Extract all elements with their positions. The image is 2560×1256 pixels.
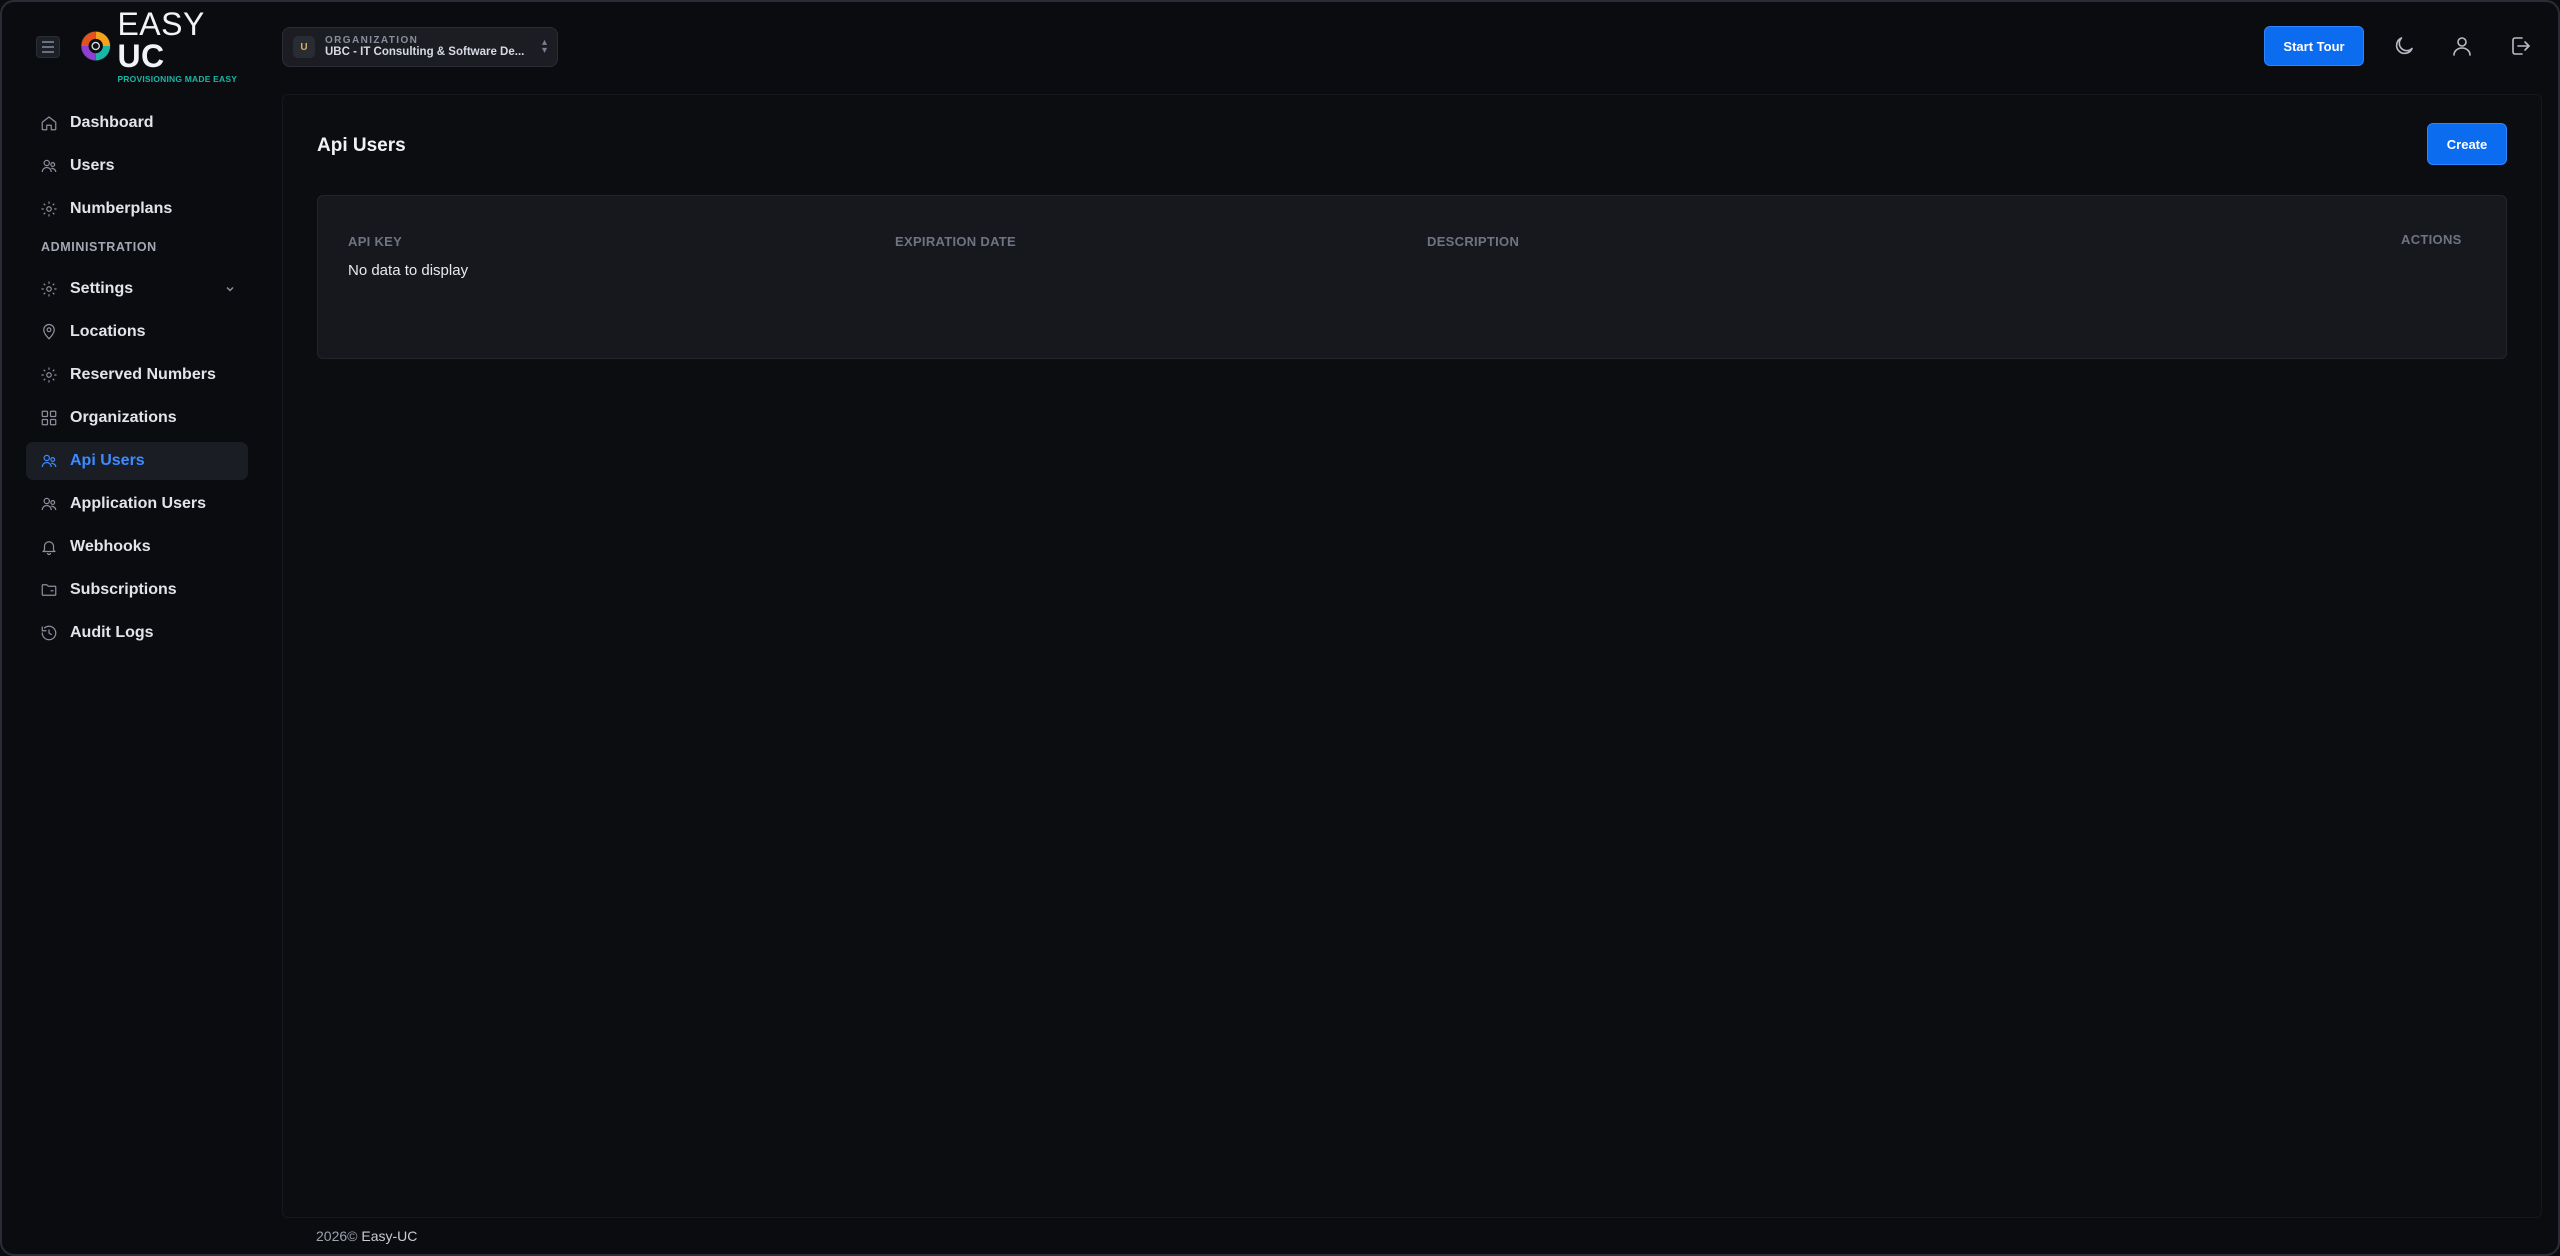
sidebar-item-audit-logs[interactable]: Audit Logs <box>26 614 248 652</box>
sidebar-item-users[interactable]: Users <box>26 147 248 185</box>
grid-icon <box>40 409 58 427</box>
sidebar-item-label: Dashboard <box>70 114 154 131</box>
sidebar-item-label: Audit Logs <box>70 624 154 641</box>
empty-state-message: No data to display <box>348 262 469 279</box>
column-header-actions: ACTIONS <box>2401 232 2462 247</box>
sidebar-item-dashboard[interactable]: Dashboard <box>26 104 248 142</box>
main-content: Api Users Create API KEY EXPIRATION DATE… <box>282 94 2542 1218</box>
chevron-up-down-icon: ▴ ▾ <box>541 37 547 56</box>
sidebar: Dashboard Users Numberplans ADMINISTRATI… <box>2 90 278 1254</box>
sidebar-item-api-users[interactable]: Api Users <box>26 442 248 480</box>
users-icon <box>40 157 58 175</box>
sidebar-item-subscriptions[interactable]: Subscriptions <box>26 571 248 609</box>
home-icon <box>40 114 58 132</box>
gear-icon <box>40 280 58 298</box>
sidebar-item-label: Users <box>70 157 115 174</box>
logout-icon[interactable] <box>2508 34 2532 58</box>
location-pin-icon <box>40 323 58 341</box>
user-profile-icon[interactable] <box>2450 34 2474 58</box>
gear-icon <box>40 366 58 384</box>
footer-brand-link[interactable]: Easy-UC <box>361 1228 417 1244</box>
sidebar-item-settings[interactable]: Settings <box>26 270 248 308</box>
sidebar-item-label: Numberplans <box>70 200 173 217</box>
sidebar-item-webhooks[interactable]: Webhooks <box>26 528 248 566</box>
sidebar-item-label: Api Users <box>70 452 145 469</box>
organization-selector[interactable]: U ORGANIZATION UBC - IT Consulting & Sof… <box>282 27 558 67</box>
page-title: Api Users <box>317 135 406 156</box>
sidebar-item-label: Reserved Numbers <box>70 366 216 383</box>
start-tour-button[interactable]: Start Tour <box>2264 26 2364 66</box>
sidebar-item-numberplans[interactable]: Numberplans <box>26 190 248 228</box>
footer: 2026© Easy-UC <box>316 1228 417 1244</box>
api-users-table: API KEY EXPIRATION DATE DESCRIPTION ACTI… <box>317 195 2507 359</box>
users-icon <box>40 495 58 513</box>
sidebar-item-reserved-numbers[interactable]: Reserved Numbers <box>26 356 248 394</box>
chevron-down-icon <box>226 286 234 292</box>
sidebar-item-label: Application Users <box>70 495 207 512</box>
organization-label: ORGANIZATION <box>325 34 419 46</box>
theme-moon-icon[interactable] <box>2392 34 2416 58</box>
column-header-api-key[interactable]: API KEY <box>348 234 402 249</box>
bell-icon <box>40 538 58 556</box>
top-header: EASY UC PROVISIONING MADE EASY U ORGANIZ… <box>2 2 2558 90</box>
users-icon <box>40 452 58 470</box>
folder-icon <box>40 581 58 599</box>
sidebar-item-label: Webhooks <box>70 538 151 555</box>
column-header-description[interactable]: DESCRIPTION <box>1427 234 1519 249</box>
section-label-administration: ADMINISTRATION <box>41 240 157 254</box>
logo-brand-main: EASY <box>117 6 205 43</box>
logo-brand-bold: UC <box>117 38 165 75</box>
sidebar-item-label: Settings <box>70 280 134 297</box>
footer-year: 2026© <box>316 1228 358 1244</box>
organization-avatar: U <box>293 36 315 58</box>
easy-uc-logo[interactable]: EASY UC PROVISIONING MADE EASY <box>76 8 246 83</box>
gear-icon <box>40 200 58 218</box>
create-button[interactable]: Create <box>2427 123 2507 165</box>
sidebar-item-label: Organizations <box>70 409 177 426</box>
organization-value: UBC - IT Consulting & Software De... <box>325 46 525 59</box>
sidebar-item-locations[interactable]: Locations <box>26 313 248 351</box>
history-icon <box>40 624 58 642</box>
sidebar-item-organizations[interactable]: Organizations <box>26 399 248 437</box>
logo-mark-icon <box>80 31 111 61</box>
sidebar-item-application-users[interactable]: Application Users <box>26 485 248 523</box>
sidebar-toggle-icon[interactable] <box>36 36 60 58</box>
app-window: EASY UC PROVISIONING MADE EASY U ORGANIZ… <box>0 0 2560 1256</box>
logo-tagline: PROVISIONING MADE EASY <box>117 74 238 85</box>
sidebar-item-label: Subscriptions <box>70 581 177 598</box>
column-header-expiration-date[interactable]: EXPIRATION DATE <box>895 234 1016 249</box>
sidebar-item-label: Locations <box>70 323 146 340</box>
